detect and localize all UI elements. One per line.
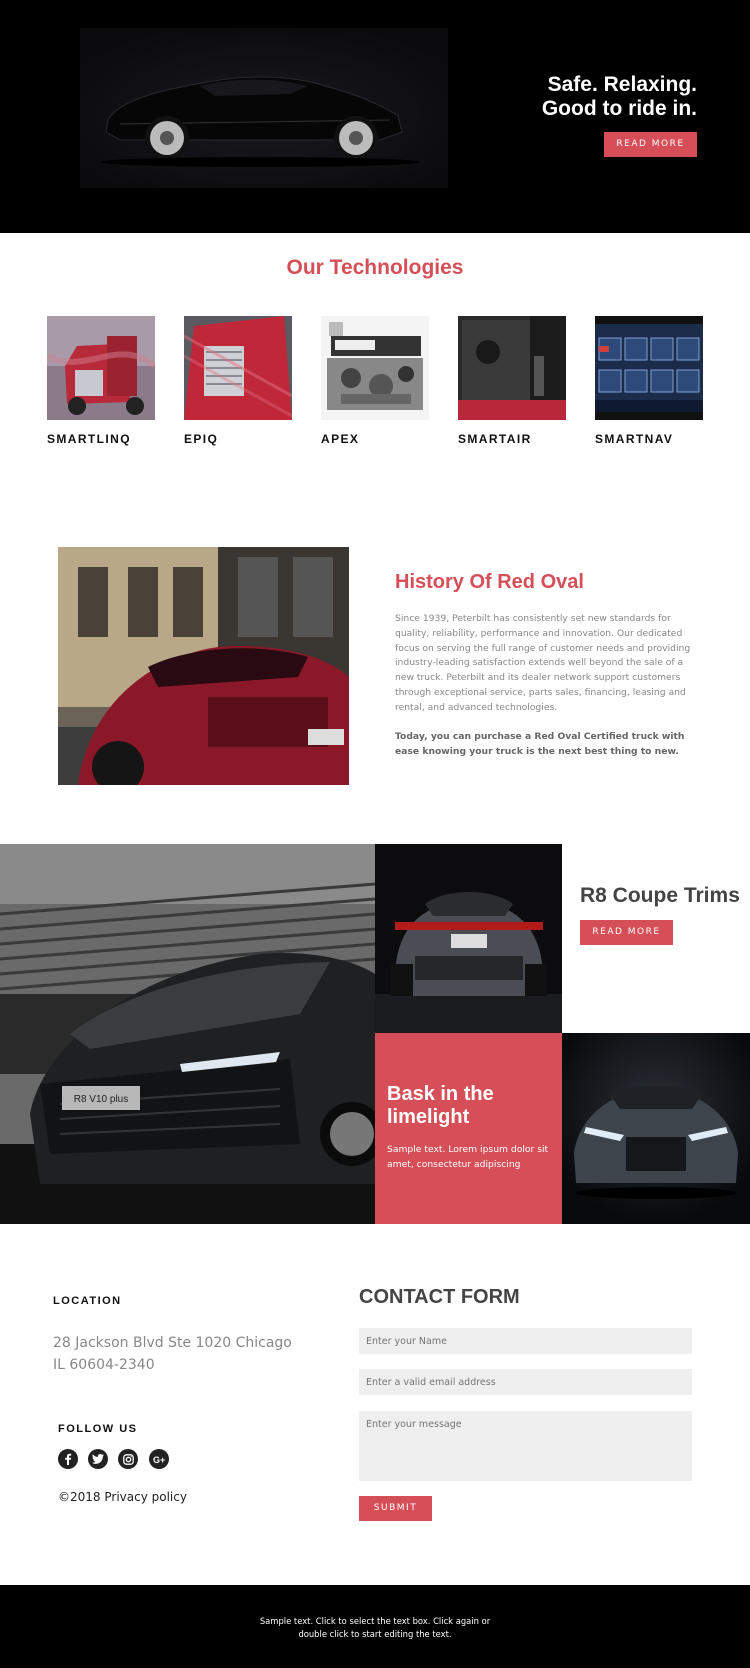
submit-button[interactable]: SUBMIT xyxy=(359,1496,432,1521)
hero-title-line2: Good to ride in. xyxy=(541,97,697,120)
follow-us-label: FOLLOW US xyxy=(58,1423,138,1435)
speaker-grille-image xyxy=(458,316,566,420)
message-field[interactable] xyxy=(359,1411,692,1481)
contact-form-title: CONTACT FORM xyxy=(359,1286,520,1308)
address-line2: IL 60604-2340 xyxy=(53,1357,155,1373)
tech-label: APEX xyxy=(321,432,360,446)
footer: Sample text. Click to select the text bo… xyxy=(0,1585,750,1668)
tech-label: SMARTNAV xyxy=(595,432,674,446)
tech-item-smartair[interactable]: SMARTAIR xyxy=(458,316,566,446)
trims-read-more-button[interactable]: READ MORE xyxy=(580,920,673,945)
email-field[interactable] xyxy=(359,1369,692,1395)
car-rear-image xyxy=(375,844,562,1033)
hero-read-more-button[interactable]: READ MORE xyxy=(604,132,697,157)
engine-image xyxy=(321,316,429,420)
history-title: History Of Red Oval xyxy=(395,571,584,593)
limelight-panel: Bask in the limelight Sample text. Lorem… xyxy=(375,1033,562,1224)
tech-label: EPIQ xyxy=(184,432,219,446)
location-address: 28 Jackson Blvd Ste 1020 Chicago IL 6060… xyxy=(53,1332,313,1376)
car-front-image xyxy=(562,1033,750,1224)
limelight-title: Bask in the limelight xyxy=(387,1083,494,1128)
copyright-text[interactable]: ©2018 Privacy policy xyxy=(58,1490,187,1504)
tech-label: SMARTLINQ xyxy=(47,432,131,446)
gray-car-image: R8 V10 plus xyxy=(0,844,375,1224)
tech-item-smartnav[interactable]: SMARTNAV xyxy=(595,316,703,446)
coupe-trims-title: R8 Coupe Trims xyxy=(580,884,740,907)
tech-item-apex[interactable]: APEX xyxy=(321,316,429,446)
hero-title: Safe. Relaxing. Good to ride in. xyxy=(542,73,697,121)
red-truck-image xyxy=(47,316,155,420)
footer-text: Sample text. Click to select the text bo… xyxy=(259,1616,491,1639)
google-plus-icon[interactable]: G+ xyxy=(149,1449,169,1469)
hero-title-line1: Safe. Relaxing. xyxy=(547,73,697,96)
address-line1: 28 Jackson Blvd Ste 1020 Chicago xyxy=(53,1335,292,1351)
instagram-icon[interactable] xyxy=(118,1449,138,1469)
facebook-icon[interactable] xyxy=(58,1449,78,1469)
coupe-trims-panel: R8 Coupe Trims READ MORE xyxy=(562,844,750,1033)
red-truck-grille-image xyxy=(184,316,292,420)
history-paragraph: Since 1939, Peterbilt has consistently s… xyxy=(395,613,691,713)
hero-car-image xyxy=(80,28,448,188)
license-plate-text: R8 V10 plus xyxy=(74,1094,128,1105)
technologies-title: Our Technologies xyxy=(286,256,464,279)
limelight-text: Sample text. Lorem ipsum dolor sit amet,… xyxy=(387,1144,549,1170)
red-car-street-image xyxy=(58,547,349,785)
gallery-section: R8 V10 plus R8 Coupe Trims READ MORE Bas… xyxy=(0,844,750,1224)
twitter-icon[interactable] xyxy=(88,1449,108,1469)
tech-item-smartlinq[interactable]: SMARTLINQ xyxy=(47,316,155,446)
tech-label: SMARTAIR xyxy=(458,432,532,446)
svg-text:G+: G+ xyxy=(153,1455,165,1464)
navigation-screen-image xyxy=(595,316,703,420)
tech-item-epiq[interactable]: EPIQ xyxy=(184,316,292,446)
history-bold-paragraph: Today, you can purchase a Red Oval Certi… xyxy=(395,731,685,757)
location-label: LOCATION xyxy=(53,1295,122,1307)
hero-section: Safe. Relaxing. Good to ride in. READ MO… xyxy=(0,0,750,233)
name-field[interactable] xyxy=(359,1328,692,1354)
